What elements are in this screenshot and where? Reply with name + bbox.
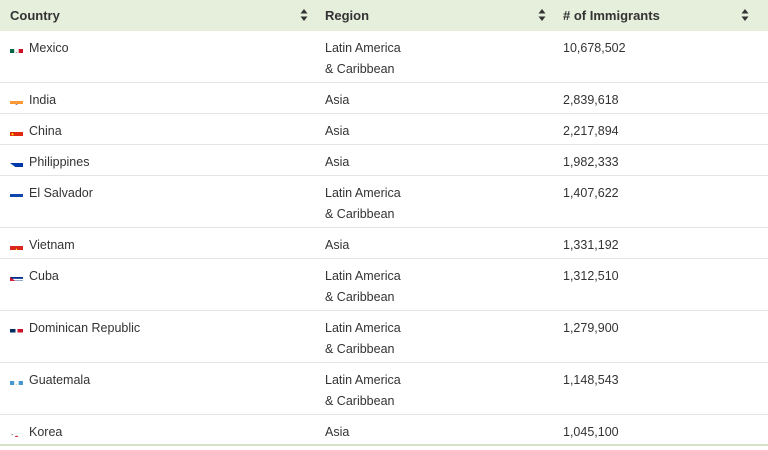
mexico-flag-icon — [10, 44, 23, 53]
sort-icon[interactable] — [741, 8, 749, 22]
sort-icon[interactable] — [300, 8, 308, 22]
immigrants-cell: 1,279,900 — [553, 310, 768, 363]
table-row: Guatemala Latin America & Caribbean 1,148,… — [0, 362, 768, 415]
region-cell: Asia — [315, 414, 553, 446]
table-row: China Asia 2,217,894 — [0, 113, 768, 145]
region-cell: Asia — [315, 227, 553, 259]
immigrants-table: Country Region # of Immigrants Mexico Lat… — [0, 0, 768, 446]
korea-flag-icon — [10, 428, 23, 437]
table-row: India Asia 2,839,618 — [0, 82, 768, 114]
region-cell: Asia — [315, 113, 553, 145]
country-name: Cuba — [29, 269, 59, 283]
immigrants-count: 1,982,333 — [563, 155, 619, 169]
region-cell: Asia — [315, 82, 553, 114]
immigrants-cell: 2,839,618 — [553, 82, 768, 114]
immigrants-cell: 1,148,543 — [553, 362, 768, 415]
table-row: Cuba Latin America & Caribbean 1,312,510 — [0, 258, 768, 311]
country-cell: Vietnam — [0, 227, 315, 259]
immigrants-cell: 1,407,622 — [553, 175, 768, 228]
country-name: Philippines — [29, 155, 90, 169]
country-cell: El Salvador — [0, 175, 315, 228]
immigrants-cell: 1,331,192 — [553, 227, 768, 259]
el-salvador-flag-icon — [10, 189, 23, 198]
philippines-flag-icon — [10, 158, 23, 167]
country-name: Mexico — [29, 41, 69, 55]
table-body: Mexico Latin America & Caribbean 10,678,50… — [0, 31, 768, 446]
immigrants-count: 1,148,543 — [563, 373, 619, 387]
country-name: Dominican Republic — [29, 321, 141, 335]
immigrants-count: 1,045,100 — [563, 425, 619, 439]
country-name: India — [29, 93, 57, 107]
region-text: Latin America & Caribbean — [325, 269, 401, 304]
vietnam-flag-icon — [10, 241, 23, 250]
region-text: Asia — [325, 425, 350, 439]
country-cell: India — [0, 82, 315, 114]
country-header-label: Country — [10, 8, 60, 23]
country-column-header[interactable]: Country — [0, 0, 315, 31]
country-name: El Salvador — [29, 186, 93, 200]
india-flag-icon — [10, 96, 23, 105]
country-cell: Korea — [0, 414, 315, 446]
guatemala-flag-icon — [10, 376, 23, 385]
sort-icon[interactable] — [538, 8, 546, 22]
region-text: Asia — [325, 155, 350, 169]
china-flag-icon — [10, 127, 23, 136]
immigrants-count: 1,312,510 — [563, 269, 619, 283]
dominican-republic-flag-icon — [10, 324, 23, 333]
country-name: Vietnam — [29, 238, 75, 252]
immigrants-cell: 1,312,510 — [553, 258, 768, 311]
immigrants-count: 2,839,618 — [563, 93, 619, 107]
region-cell: Latin America & Caribbean — [315, 362, 553, 415]
cuba-flag-icon — [10, 272, 23, 281]
immigrants-cell: 1,045,100 — [553, 414, 768, 446]
region-text: Asia — [325, 93, 350, 107]
immigrants-column-header[interactable]: # of Immigrants — [553, 0, 768, 31]
immigrants-count: 2,217,894 — [563, 124, 619, 138]
table-row: Mexico Latin America & Caribbean 10,678,50… — [0, 31, 768, 83]
region-text: Asia — [325, 124, 350, 138]
region-cell: Latin America & Caribbean — [315, 31, 553, 83]
region-cell: Latin America & Caribbean — [315, 258, 553, 311]
country-cell: Dominican Republic — [0, 310, 315, 363]
country-cell: Guatemala — [0, 362, 315, 415]
country-cell: Philippines — [0, 144, 315, 176]
region-text: Latin America & Caribbean — [325, 321, 401, 356]
immigrants-header-label: # of Immigrants — [563, 8, 660, 23]
table-row: Dominican Republic Latin America & Caribb… — [0, 310, 768, 363]
immigrants-count: 1,279,900 — [563, 321, 619, 335]
region-column-header[interactable]: Region — [315, 0, 553, 31]
immigrants-count: 1,407,622 — [563, 186, 619, 200]
country-name: Korea — [29, 425, 63, 439]
country-cell: Cuba — [0, 258, 315, 311]
region-header-label: Region — [325, 8, 370, 23]
table-row: El Salvador Latin America & Caribbean 1,40… — [0, 175, 768, 228]
table-row: Philippines Asia 1,982,333 — [0, 144, 768, 176]
region-cell: Latin America & Caribbean — [315, 310, 553, 363]
country-name: China — [29, 124, 62, 138]
region-text: Asia — [325, 238, 350, 252]
region-text: Latin America & Caribbean — [325, 373, 401, 408]
immigrants-count: 10,678,502 — [563, 41, 626, 55]
immigrants-count: 1,331,192 — [563, 238, 619, 252]
region-text: Latin America & Caribbean — [325, 41, 401, 76]
immigrants-cell: 10,678,502 — [553, 31, 768, 83]
country-cell: China — [0, 113, 315, 145]
table-row: Korea Asia 1,045,100 — [0, 414, 768, 446]
country-cell: Mexico — [0, 31, 315, 83]
table-row: Vietnam Asia 1,331,192 — [0, 227, 768, 259]
table-header-row: Country Region # of Immigrants — [0, 0, 768, 31]
region-text: Latin America & Caribbean — [325, 186, 401, 221]
country-name: Guatemala — [29, 373, 91, 387]
region-cell: Latin America & Caribbean — [315, 175, 553, 228]
region-cell: Asia — [315, 144, 553, 176]
immigrants-cell: 2,217,894 — [553, 113, 768, 145]
immigrants-cell: 1,982,333 — [553, 144, 768, 176]
